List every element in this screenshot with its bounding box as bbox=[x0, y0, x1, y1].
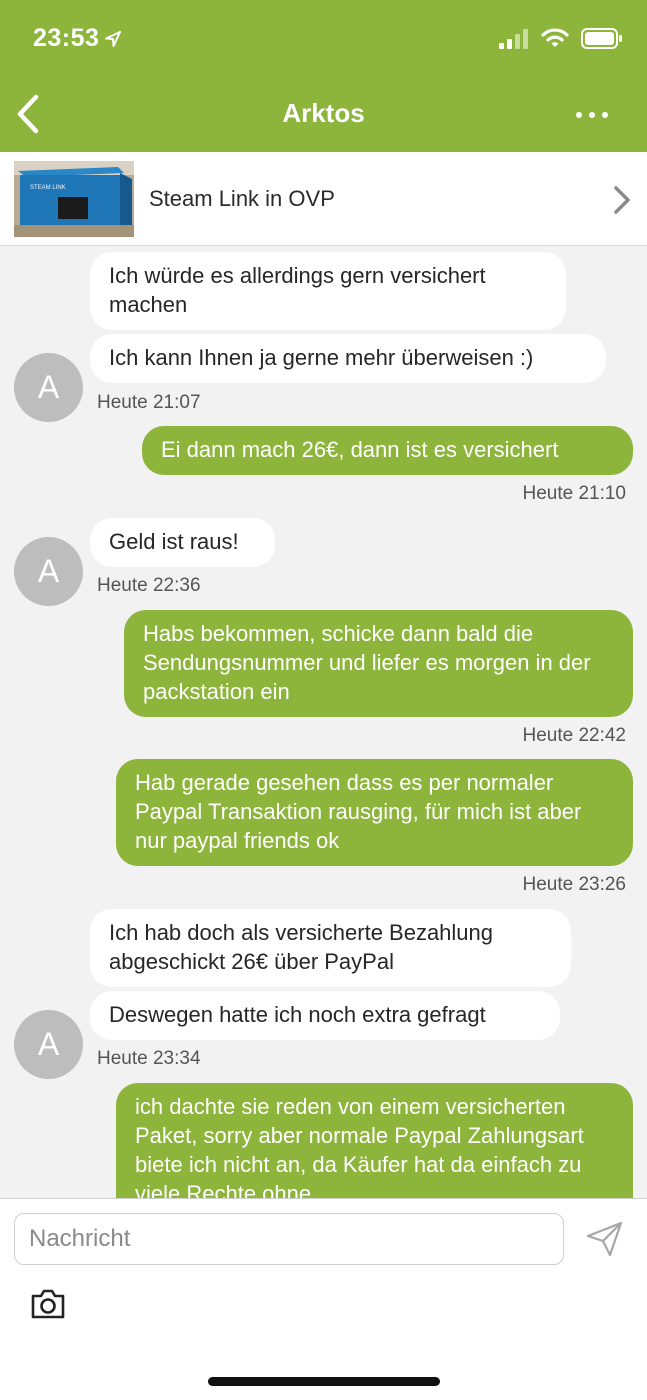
message-timestamp: Heute 23:26 bbox=[522, 874, 626, 895]
camera-icon bbox=[31, 1289, 65, 1319]
avatar-initial: A bbox=[37, 553, 60, 589]
message-timestamp: Heute 21:07 bbox=[97, 392, 201, 413]
send-icon bbox=[586, 1221, 623, 1257]
message-timestamp: Heute 22:36 bbox=[97, 575, 201, 596]
listing-thumbnail: STEAM LINK bbox=[14, 161, 134, 237]
avatar: A bbox=[14, 353, 83, 422]
message-outgoing: Habs bekommen, schicke dann bald die Sen… bbox=[124, 610, 633, 717]
avatar: A bbox=[14, 1010, 83, 1079]
composer bbox=[0, 1198, 647, 1400]
status-indicators bbox=[499, 28, 623, 49]
listing-title: Steam Link in OVP bbox=[149, 186, 335, 211]
send-button[interactable] bbox=[586, 1221, 624, 1257]
avatar-initial: A bbox=[37, 369, 60, 405]
more-dots-icon bbox=[576, 112, 608, 118]
more-button[interactable] bbox=[575, 104, 609, 126]
message-incoming: Geld ist raus! bbox=[90, 518, 275, 567]
message-outgoing: Hab gerade gesehen dass es per normaler … bbox=[116, 759, 633, 866]
message-input[interactable] bbox=[14, 1213, 564, 1265]
avatar-initial: A bbox=[37, 1026, 60, 1062]
listing-bar[interactable]: STEAM LINK Steam Link in OVP bbox=[0, 152, 647, 246]
status-time: 23:53 bbox=[33, 24, 122, 53]
message-outgoing: ich dachte sie reden von einem versicher… bbox=[116, 1083, 633, 1198]
camera-button[interactable] bbox=[30, 1288, 66, 1320]
svg-text:STEAM LINK: STEAM LINK bbox=[30, 185, 66, 191]
chat-title: Arktos bbox=[282, 98, 365, 128]
message-incoming: Ich kann Ihnen ja gerne mehr überweisen … bbox=[90, 334, 606, 383]
message-incoming: Ich würde es allerdings gern versichert … bbox=[90, 252, 566, 330]
avatar: A bbox=[14, 537, 83, 606]
message-incoming: Deswegen hatte ich noch extra gefragt bbox=[90, 991, 560, 1040]
status-time-label: 23:53 bbox=[33, 24, 100, 52]
message-incoming: Ich hab doch als versicherte Bezahlung a… bbox=[90, 909, 571, 987]
home-indicator bbox=[208, 1377, 440, 1386]
message-outgoing: Ei dann mach 26€, dann ist es versichert bbox=[142, 426, 633, 475]
message-list[interactable]: Ich würde es allerdings gern versichert … bbox=[0, 247, 647, 1198]
message-timestamp: Heute 22:42 bbox=[522, 725, 626, 746]
wifi-icon bbox=[541, 28, 569, 47]
app-header: 23:53 Arktos bbox=[0, 0, 647, 152]
chevron-right-icon bbox=[614, 186, 630, 214]
message-timestamp: Heute 23:34 bbox=[97, 1048, 201, 1069]
battery-icon bbox=[581, 28, 622, 49]
location-arrow-icon bbox=[105, 30, 122, 47]
message-timestamp: Heute 21:10 bbox=[522, 483, 626, 504]
signal-icon bbox=[499, 28, 528, 49]
